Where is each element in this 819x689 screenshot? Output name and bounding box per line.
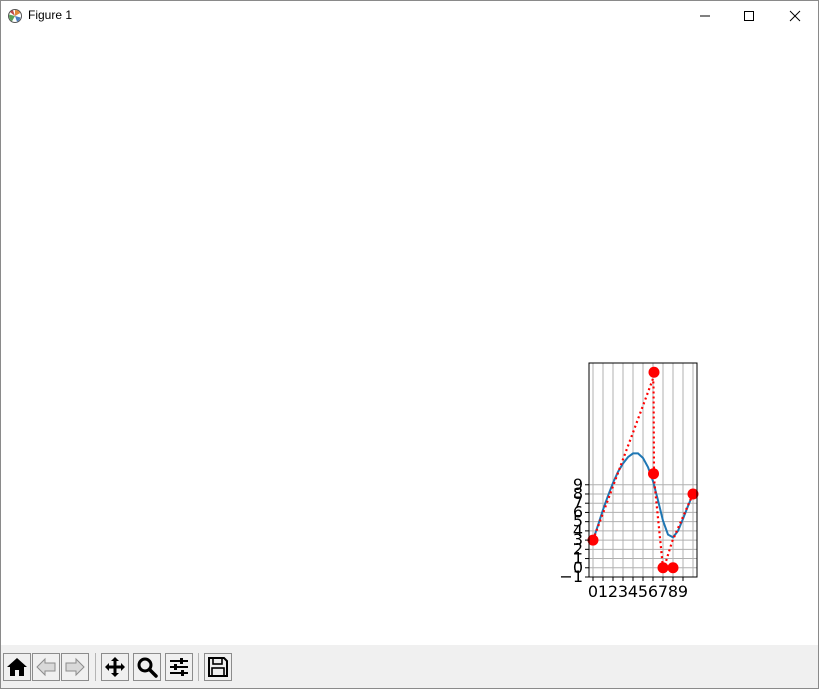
title-bar[interactable]: Figure 1 [1,1,818,31]
figure-window: Figure 1 0 1 2 3 4 5 6 7 8 9 −1 0 1 2 3 4 5 6 7 8 9 [0,0,819,689]
zoom-button[interactable] [133,653,161,681]
minimize-button[interactable] [682,1,728,31]
x-tick-label: 0 [588,582,598,601]
x-tick-label: 5 [638,582,648,601]
x-tick-label: 3 [618,582,628,601]
x-tick-label: 1 [598,582,608,601]
back-button[interactable] [32,653,60,681]
forward-arrow-icon [65,657,85,677]
close-icon [789,10,801,22]
home-button[interactable] [3,653,31,681]
data-point-marker [657,562,669,574]
floppy-disk-icon [208,657,228,677]
back-arrow-icon [36,657,56,677]
matplotlib-icon [8,9,22,23]
home-icon [7,658,27,676]
x-tick-label: 4 [628,582,638,601]
x-tick-label: 9 [678,582,688,601]
window-title: Figure 1 [28,8,73,22]
figure-canvas[interactable]: 0 1 2 3 4 5 6 7 8 9 −1 0 1 2 3 4 5 6 7 8 9 [1,31,818,645]
navigation-toolbar [1,645,818,688]
minimize-icon [700,15,710,17]
grid [589,363,697,578]
data-point-marker [667,562,679,574]
x-tick-label: 7 [658,582,668,601]
configure-subplots-button[interactable] [165,653,193,681]
data-point-marker [648,366,660,378]
chart[interactable]: 0 1 2 3 4 5 6 7 8 9−10123456789 [1,31,818,645]
x-tick-label: 6 [648,582,658,601]
maximize-button[interactable] [726,1,772,31]
toolbar-separator [95,653,96,681]
y-tick-label: 9 [573,475,583,494]
data-point-marker [648,468,659,480]
sliders-icon [170,658,188,676]
pan-button[interactable] [101,653,129,681]
move-icon [105,657,125,677]
maximize-icon [744,11,754,21]
magnifier-icon [137,657,158,678]
close-button[interactable] [772,1,818,31]
x-tick-label: 2 [608,582,618,601]
toolbar-separator [198,653,199,681]
x-tick-label: 8 [668,582,678,601]
save-button[interactable] [204,653,232,681]
forward-button[interactable] [61,653,89,681]
